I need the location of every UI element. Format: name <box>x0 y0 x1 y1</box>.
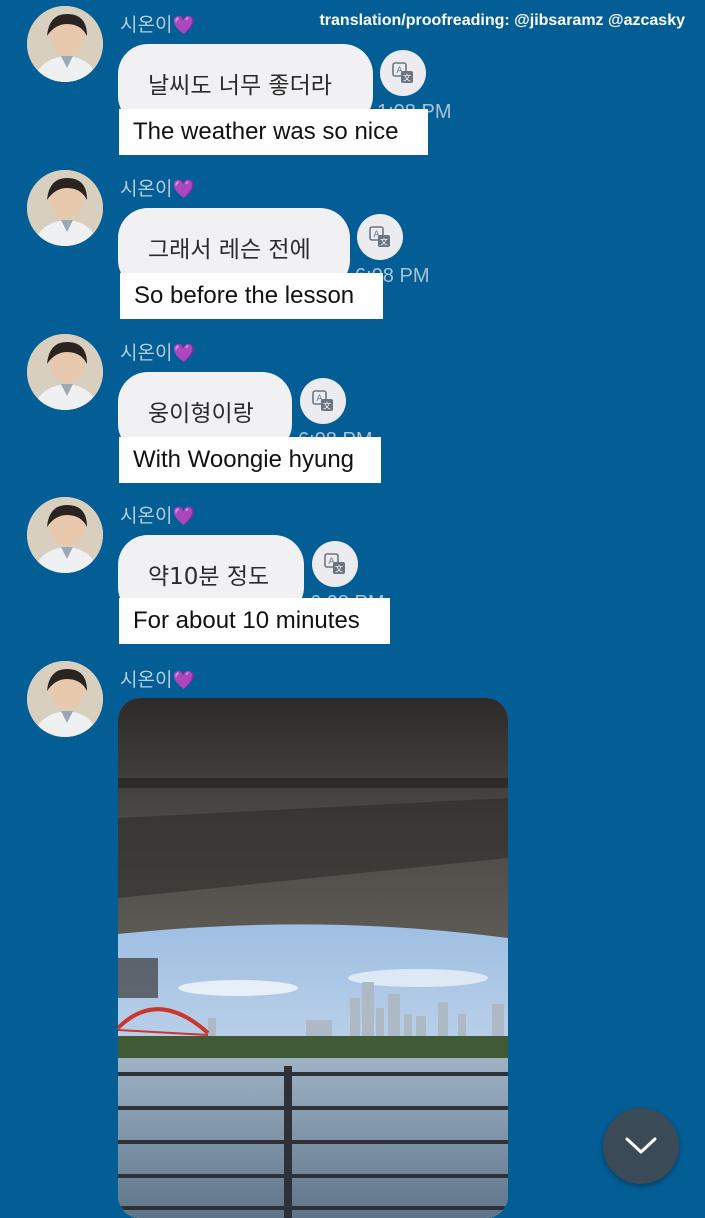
avatar[interactable] <box>27 6 103 82</box>
svg-text:文: 文 <box>323 401 331 411</box>
translate-icon: A文 <box>392 62 413 83</box>
message-text: 약10분 정도 <box>148 564 270 590</box>
translate-button[interactable]: A文 <box>300 378 346 424</box>
chevron-down-icon <box>625 1137 657 1154</box>
message-text: 웅이형이랑 <box>148 401 254 427</box>
translate-button[interactable]: A文 <box>380 50 426 96</box>
sender-name: 시온이💜 <box>120 505 195 527</box>
translation-caption: For about 10 minutes <box>119 598 390 644</box>
sender-name: 시온이💜 <box>120 14 195 36</box>
sender-name: 시온이💜 <box>120 342 195 364</box>
translation-caption: So before the lesson <box>120 273 383 319</box>
avatar[interactable] <box>27 497 103 573</box>
photo-attachment[interactable] <box>118 698 508 1218</box>
translation-caption: With Woongie hyung <box>119 437 381 483</box>
scroll-down-button[interactable] <box>603 1108 679 1184</box>
credit-text: translation/proofreading: @jibsaramz @az… <box>319 12 685 29</box>
translate-icon: A文 <box>312 390 333 411</box>
message-text: 날씨도 너무 좋더라 <box>148 73 332 99</box>
translation-caption: The weather was so nice <box>119 109 428 155</box>
sender-name: 시온이💜 <box>120 178 195 200</box>
sender-name: 시온이💜 <box>120 669 195 691</box>
svg-text:文: 文 <box>403 73 411 83</box>
translate-icon: A文 <box>324 553 345 574</box>
translate-button[interactable]: A文 <box>312 541 358 587</box>
avatar[interactable] <box>27 334 103 410</box>
avatar[interactable] <box>27 170 103 246</box>
translate-button[interactable]: A文 <box>357 214 403 260</box>
message-text: 그래서 레슨 전에 <box>148 237 311 263</box>
translate-icon: A文 <box>369 226 390 247</box>
avatar[interactable] <box>27 661 103 737</box>
svg-text:文: 文 <box>335 564 343 574</box>
svg-text:文: 文 <box>380 237 388 247</box>
